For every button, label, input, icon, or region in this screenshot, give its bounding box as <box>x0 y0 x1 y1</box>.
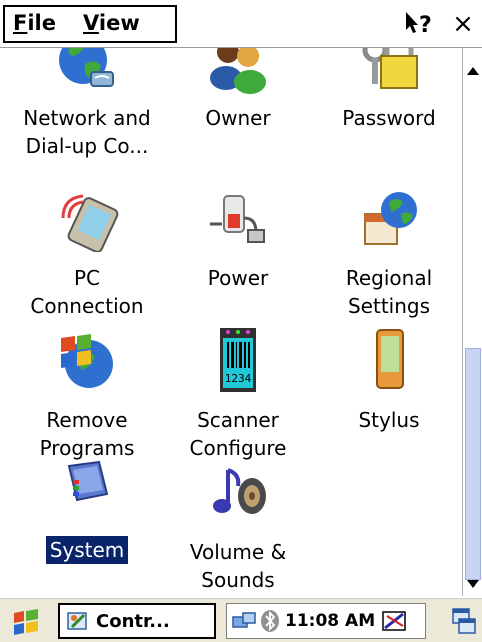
regional-settings-icon <box>364 192 417 245</box>
applet-label: Volume & Sounds <box>163 538 313 594</box>
scanner-configure-icon: 1234 <box>220 328 256 392</box>
applet-network-dialup[interactable]: Network and Dial-up Co... <box>12 48 162 190</box>
label-line1: Stylus <box>358 408 420 432</box>
label-line1: Scanner <box>197 408 279 432</box>
windows-switch-icon <box>452 608 476 634</box>
file-mnemonic: F <box>13 11 28 35</box>
bluetooth-icon[interactable] <box>259 609 281 633</box>
applet-volume-sounds[interactable]: Volume & Sounds <box>163 460 313 592</box>
label-line1-selected: System <box>45 536 129 564</box>
scroll-thumb[interactable] <box>465 348 481 580</box>
applet-label: Owner <box>163 104 313 132</box>
applet-system[interactable]: System <box>12 460 162 590</box>
label-line1: PC <box>73 266 101 290</box>
applet-label: Password <box>314 104 462 132</box>
control-panel-icon <box>67 612 87 630</box>
label-line2: Sounds <box>201 568 275 592</box>
applet-label: Network and Dial-up Co... <box>12 104 162 160</box>
applet-pc-connection[interactable]: PC Connection <box>12 188 162 328</box>
network-dialup-icon <box>59 48 114 87</box>
applet-label: Remove Programs <box>12 406 162 462</box>
clock[interactable]: 11:08 AM <box>285 611 375 631</box>
windows-flag-icon <box>14 609 38 635</box>
arrow-up-icon <box>466 67 479 75</box>
applet-label: Power <box>163 264 313 292</box>
password-icon <box>362 48 418 89</box>
applet-power[interactable]: Power <box>163 188 313 328</box>
applet-label: System <box>12 536 162 564</box>
network-connection-icon[interactable] <box>231 609 259 633</box>
remove-programs-icon <box>61 334 113 388</box>
taskbar: Contr... 11:08 AM <box>0 596 482 642</box>
view-label-rest: iew <box>98 11 140 35</box>
applet-label: Stylus <box>314 406 462 434</box>
view-mnemonic: V <box>83 11 99 35</box>
scroll-down-button[interactable] <box>463 573 482 595</box>
system-icon <box>67 460 109 502</box>
applet-remove-programs[interactable]: Remove Programs <box>12 328 162 460</box>
owner-icon <box>210 48 266 94</box>
label-line1: Owner <box>205 106 271 130</box>
menu-file[interactable]: File <box>13 11 56 35</box>
label-line2: Configure <box>189 436 287 460</box>
applet-stylus[interactable]: Stylus <box>314 328 462 458</box>
start-button[interactable] <box>6 604 46 638</box>
label-line1: Password <box>342 106 436 130</box>
taskbar-control-panel-button[interactable]: Contr... <box>58 603 216 639</box>
label-line1: Volume & <box>189 540 287 564</box>
close-button[interactable]: × <box>446 6 480 42</box>
menu-view[interactable]: View <box>83 11 140 35</box>
control-panel-content: Network and Dial-up Co... Owner Password <box>0 48 462 596</box>
applet-scanner-configure[interactable]: 1234 Scanner Configure <box>163 328 313 460</box>
applet-label: PC Connection <box>12 264 162 320</box>
applet-label: Scanner Configure <box>163 406 313 462</box>
power-icon <box>210 195 265 243</box>
label-line1: Remove <box>46 408 128 432</box>
svg-text:?: ? <box>419 13 432 38</box>
input-panel-icon[interactable] <box>381 608 409 634</box>
help-button[interactable]: ? <box>400 8 440 40</box>
applet-regional-settings[interactable]: Regional Settings <box>314 188 462 328</box>
stylus-icon <box>376 329 404 389</box>
label-line2: Programs <box>39 436 135 460</box>
label-line1: Network and <box>23 106 151 130</box>
volume-sounds-icon <box>213 468 266 514</box>
scroll-up-button[interactable] <box>463 56 482 86</box>
label-line2: Dial-up Co... <box>25 134 149 158</box>
menu-bar: File View ? × <box>0 0 482 48</box>
system-tray: 11:08 AM <box>226 603 426 639</box>
label-line1: Power <box>207 266 269 290</box>
menu-box: File View <box>3 5 177 43</box>
pc-connection-icon <box>61 194 119 252</box>
switch-windows-button[interactable] <box>448 604 480 638</box>
taskbar-button-label: Contr... <box>96 610 170 632</box>
label-line2: Settings <box>347 294 431 318</box>
scanner-icon-text: 1234 <box>225 372 252 385</box>
close-icon: × <box>452 9 474 39</box>
help-icon: ? <box>406 12 432 38</box>
applet-owner[interactable]: Owner <box>163 48 313 190</box>
label-line1: Regional <box>345 266 433 290</box>
arrow-down-icon <box>466 580 479 588</box>
vertical-scrollbar[interactable] <box>462 48 482 596</box>
label-line2: Connection <box>30 294 144 318</box>
file-label-rest: ile <box>27 11 56 35</box>
applet-password[interactable]: Password <box>314 48 462 190</box>
applet-label: Regional Settings <box>314 264 462 320</box>
